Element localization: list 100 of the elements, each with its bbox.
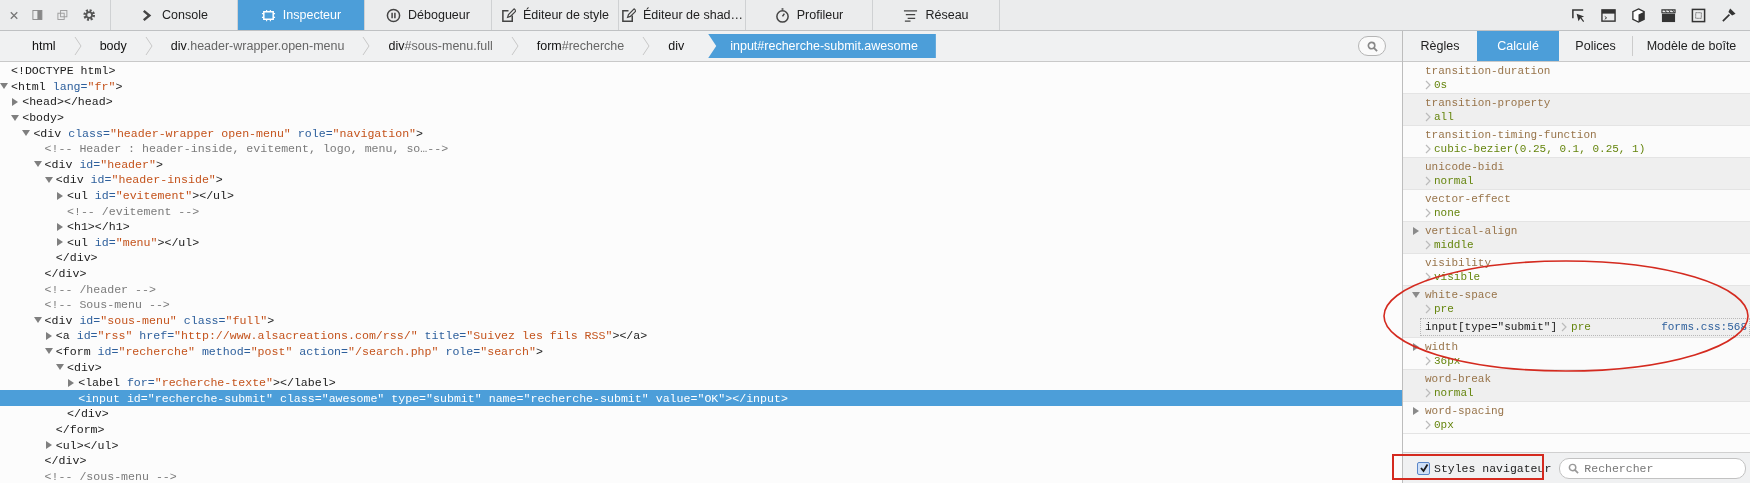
tab-label: Débogueur: [408, 8, 470, 22]
markup-text: <div>: [67, 360, 102, 374]
tree-row[interactable]: </div>: [0, 452, 1402, 469]
tab-label: Éditeur de style: [522, 8, 610, 22]
frame-icon[interactable]: [1691, 7, 1706, 23]
tab-label: Éditeur de shad…: [642, 8, 744, 22]
tree-row[interactable]: <ul id="evitement"></ul>: [0, 187, 1402, 204]
chevron-icon: [1425, 420, 1431, 430]
disclosure-triangle-icon[interactable]: [44, 347, 53, 356]
tree-row[interactable]: <div id="header-inside">: [0, 172, 1402, 188]
tree-row[interactable]: </div>: [0, 250, 1402, 266]
search-button[interactable]: [1358, 36, 1386, 56]
disclosure-triangle-icon[interactable]: [56, 222, 64, 231]
tree-row[interactable]: <body>: [0, 109, 1402, 126]
tree-row[interactable]: <head></head>: [0, 94, 1402, 110]
disclosure-triangle-icon[interactable]: [33, 316, 42, 325]
sidebar-tab[interactable]: Règles: [1403, 31, 1477, 61]
tree-row[interactable]: </div>: [0, 265, 1402, 282]
dock-side-icon[interactable]: [32, 9, 43, 21]
breadcrumb[interactable]: html: [14, 34, 74, 58]
sidebar-tab[interactable]: Polices: [1559, 36, 1633, 56]
disclosure-triangle-icon[interactable]: [1412, 343, 1420, 351]
tree-row[interactable]: <h1></h1>: [0, 218, 1402, 235]
breadcrumb[interactable]: div#sous-menu.full: [370, 34, 511, 58]
disclosure-triangle-icon[interactable]: [11, 113, 20, 122]
property-name: visibility: [1425, 257, 1491, 269]
property-name: vector-effect: [1425, 193, 1511, 205]
chevron-icon: [1425, 388, 1431, 398]
tree-row[interactable]: <!-- Header : header-inside, evitement, logo, menu, so…-->: [0, 140, 1402, 157]
chevron-separator-icon: [510, 36, 519, 56]
tree-row[interactable]: <!-- /header -->: [0, 281, 1402, 297]
markup-text: <ul id="menu"></ul>: [67, 235, 200, 249]
markup-text: <ul></ul>: [55, 438, 119, 452]
tree-row[interactable]: <label for="recherche-texte"></label>: [0, 374, 1402, 391]
disclosure-triangle-icon[interactable]: [67, 378, 76, 387]
property-value: normal: [1434, 175, 1474, 187]
tree-row[interactable]: </div>: [0, 406, 1402, 422]
breadcrumb[interactable]: div.header-wrapper.open-menu: [152, 34, 363, 58]
tree-row[interactable]: <ul></ul>: [0, 437, 1402, 453]
disclosure-triangle-icon[interactable]: [1412, 291, 1420, 299]
disclosure-triangle-icon[interactable]: [56, 363, 64, 372]
tree-row[interactable]: <div class="header-wrapper open-menu" role="navigation">: [0, 125, 1402, 141]
disclosure-triangle-icon[interactable]: [1412, 227, 1420, 235]
sidebar-tab[interactable]: Modèle de boîte: [1633, 31, 1750, 61]
tree-row[interactable]: <html lang="fr">: [0, 78, 1402, 95]
tool-tab[interactable]: Éditeur de style: [492, 0, 619, 30]
disclosure-triangle-icon[interactable]: [1412, 407, 1420, 415]
markup-text: <body>: [22, 111, 64, 125]
markup-text: <div id="header-inside">: [55, 173, 223, 187]
pencil-icon: [620, 7, 636, 23]
eyedropper-icon[interactable]: [1721, 7, 1736, 23]
close-icon[interactable]: [10, 10, 19, 20]
clapperboard-icon[interactable]: [1661, 7, 1676, 23]
disclosure-triangle-icon[interactable]: [33, 160, 42, 169]
separate-window-icon[interactable]: [56, 9, 68, 21]
chevron-icon: [1425, 272, 1431, 282]
property-name: vertical-align: [1425, 225, 1518, 237]
tree-row[interactable]: </form>: [0, 421, 1402, 438]
tree-row[interactable]: <!-- /sous-menu -->: [0, 468, 1402, 483]
tree-row[interactable]: <ul id="menu"></ul>: [0, 234, 1402, 251]
tree-row[interactable]: <div>: [0, 359, 1402, 375]
markup-text: <!-- Sous-menu -->: [44, 298, 170, 312]
disclosure-triangle-icon[interactable]: [44, 175, 53, 184]
tree-row[interactable]: <!-- Sous-menu -->: [0, 296, 1402, 313]
disclosure-triangle-icon[interactable]: [0, 82, 8, 91]
markup-text: <head></head>: [22, 95, 113, 109]
disclosure-triangle-icon[interactable]: [44, 331, 53, 340]
breadcrumb[interactable]: form#recherche: [518, 34, 643, 58]
tree-row[interactable]: <a id="rss" href="http://www.alsacreations.com/rss/" title="Suivez les fils RSS"></a>: [0, 328, 1402, 344]
tree-row[interactable]: <!DOCTYPE html>: [0, 63, 1402, 79]
tool-tab[interactable]: Éditeur de shad…: [619, 0, 746, 30]
tool-tab[interactable]: Débogueur: [365, 0, 492, 30]
chevron-icon: [1425, 304, 1431, 314]
tool-tab[interactable]: Réseau: [873, 0, 1000, 30]
disclosure-triangle-icon[interactable]: [44, 441, 53, 450]
markup-text: <label for="recherche-texte"></label>: [78, 376, 336, 390]
cube-icon[interactable]: [1631, 7, 1646, 23]
checkbox[interactable]: [1417, 461, 1430, 475]
property-name: transition-timing-function: [1425, 129, 1597, 141]
split-console-icon[interactable]: [1601, 7, 1616, 23]
disclosure-triangle-icon[interactable]: [22, 129, 31, 138]
pick-element-icon[interactable]: [1571, 7, 1586, 23]
property-value: pre: [1434, 303, 1454, 315]
chevron-separator-icon: [73, 36, 82, 56]
tree-row[interactable]: <div id="header">: [0, 156, 1402, 173]
settings-icon[interactable]: [81, 7, 96, 23]
breadcrumb[interactable]: div: [650, 34, 703, 58]
disclosure-triangle-icon[interactable]: [56, 238, 64, 247]
breadcrumb[interactable]: body: [81, 34, 145, 58]
disclosure-triangle-icon[interactable]: [11, 98, 20, 106]
search-field[interactable]: Rechercher: [1559, 457, 1746, 479]
markup-text: <!-- /header -->: [44, 282, 156, 296]
tree-row[interactable]: <!-- /evitement -->: [0, 203, 1402, 219]
tree-row[interactable]: <div id="sous-menu" class="full">: [0, 312, 1402, 329]
disclosure-triangle-icon[interactable]: [56, 191, 64, 200]
tree-row[interactable]: <form id="recherche" method="post" action="/search.php" role="search">: [0, 343, 1402, 360]
property-name: unicode-bidi: [1425, 161, 1505, 173]
property-name: width: [1425, 341, 1458, 353]
property-name: word-break: [1425, 373, 1491, 385]
tool-tab[interactable]: Profileur: [746, 0, 873, 30]
